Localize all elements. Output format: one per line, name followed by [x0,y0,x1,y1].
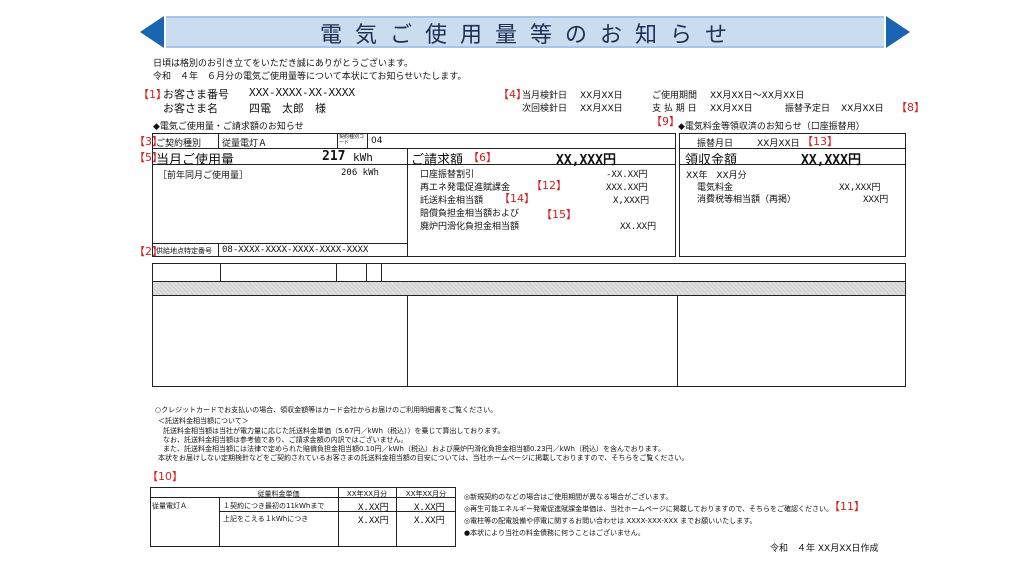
rate-row-label: １契約につき最初の11kWhまで [223,502,325,510]
compensation-label-1: 賠償負担金相当額および [420,209,520,219]
billing-row-value: -XX.XX円 [606,170,648,180]
right-note: ◎新規契約のなどの場合はご使用期間が異なる場合がございます。 [464,493,673,501]
masked-band [153,282,905,295]
rate-row-value: X.XX円 [414,503,445,513]
transfer-date-value: XX月XX日 [757,139,800,149]
billing-row-value: XXX.XX円 [606,183,648,193]
banner-right-arrow [886,16,910,48]
usage-period-label: ご使用期間 [652,91,698,101]
right-note: ◎再生可能エネルギー発電促進賦課金単価は、当社ホームページに掲載しておりますので… [464,505,834,513]
receipt-amount-value: XX,XXX円 [801,153,861,168]
rate-table-header: 従量料金単価 [257,490,300,498]
customer-number-value: XXX-XXXX-XX-XXXX [249,86,355,99]
marker-13: 【13】 [802,135,838,148]
usage-label: 当月ご使用量 [156,153,235,168]
page-title: 電 気 ご 使 用 量 等 の お 知 ら せ [320,23,730,48]
tax-label: 消費税等相当額（再掲） [697,195,797,205]
compensation-value: XX.XX円 [620,222,657,232]
customer-name-value: 四電 太郎 様 [249,102,326,115]
transfer-scheduled-value: XX月XX日 [841,104,884,114]
usage-value: 217 [322,149,346,164]
rate-row-label: 上記をこえる１kWhにつき [223,515,309,523]
consignment-note-heading: ＜託送料金相当額について＞ [158,417,249,425]
prev-year-value: 206 kWh [341,168,379,178]
right-note: ◎電柱等の配電設備や停電に関するお問い合わせは XXXX-XXX-XXX までお… [464,517,757,525]
transfer-scheduled-label: 振替予定日 [785,104,831,114]
current-reading-value: XX月XX日 [580,91,623,101]
intro-line-1: 日頃は格別のお引き立てをいただき誠にありがとうございます。 [153,59,413,69]
prev-year-label: ［前年同月ご使用量］ [158,171,249,181]
next-reading-value: XX月XX日 [580,104,623,114]
rate-col-2: XX年XX月分 [405,490,447,498]
usage-section-heading: ◆電気ご使用量・ご請求額のお知らせ [153,122,304,132]
billing-label: ご請求額 [411,153,464,168]
customer-name-label: お客さま名 [163,102,218,115]
billing-value: XX,XXX円 [556,153,616,168]
contract-class-label: 契約種別コード [339,134,365,146]
marker-14: 【14】 [499,192,535,205]
banner-left-arrow [140,16,164,48]
issue-date: 令和 ４年 XX月XX日作成 [770,544,879,554]
marker-10: 【10】 [147,470,183,483]
usage-unit: kWh [353,151,373,164]
marker-15: 【15】 [541,208,577,221]
payment-due-value: XX月XX日 [710,104,753,114]
contract-type-label: ご契約種別 [156,139,202,149]
contract-class-value: 04 [371,136,383,146]
consignment-note-line: 本状をお届けしない定期検針などをご契約されているお客さまの託送料金相当額の目安に… [158,454,689,462]
credit-card-note: ○クレジットカードでお支払いの場合、領収金額等はカード会社からお届けのご利用明細… [155,406,498,414]
marker-11: 【11】 [829,500,865,513]
rate-row-value: X.XX円 [358,516,389,526]
rate-col-1: XX年XX月分 [346,490,388,498]
current-reading-label: 当月検針日 [522,91,568,101]
compensation-label-2: 廃炉円滑化負担金相当額 [420,222,520,232]
right-note: ●本状により当社の料金債務に何うことはございません。 [464,529,645,537]
marker-6: 【6】 [468,151,497,164]
receipt-section-heading: ◆電気料金等領収済のお知らせ（口座振替用） [678,122,865,132]
marker-12: 【12】 [531,179,567,192]
billing-row-label: 託送料金相当額 [420,196,484,206]
supply-point-value: 08-XXXX-XXXX-XXXX-XXXX-XXXX [222,245,369,255]
contract-type-value: 従量電灯Ａ [222,139,268,149]
billing-row-label: 再エネ発電促進賦課金 [420,183,511,193]
rate-row-value: X.XX円 [414,516,445,526]
transfer-date-label: 振替月日 [697,139,734,149]
supply-point-label: 供給地点特定番号 [156,247,212,255]
rate-row-value: X.XX円 [358,503,389,513]
next-reading-label: 次回検針日 [522,104,568,114]
rate-plan-name: 従量電灯Ａ [152,502,187,510]
billing-row-value: X,XXX円 [613,196,650,206]
intro-line-2: 令和 ４年 ６月分の電気ご使用量等について本状にてお知らせいたします。 [153,72,467,82]
tax-value: XXX円 [863,195,889,205]
usage-period-value: XX月XX日～XX月XX日 [710,91,805,101]
marker-9: 【9】 [651,115,680,128]
marker-8: 【8】 [896,101,925,114]
billing-row-label: 口座振替割引 [420,170,475,180]
receipt-amount-label: 領収金額 [685,153,738,168]
